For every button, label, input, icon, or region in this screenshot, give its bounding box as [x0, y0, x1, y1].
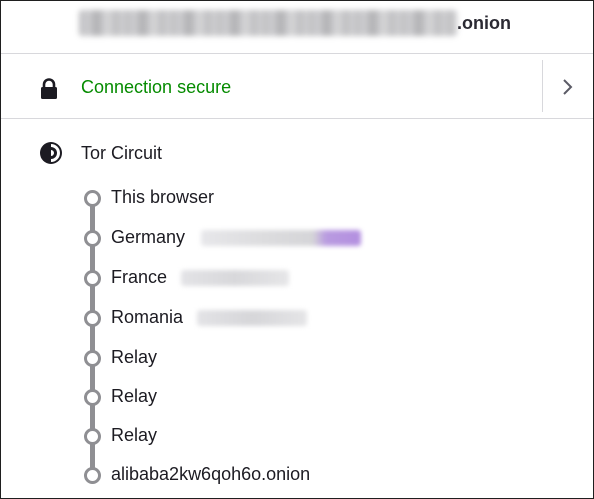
circuit-node-dot	[84, 230, 101, 247]
circuit-node-label: alibaba2kw6qoh6o.onion	[111, 464, 311, 484]
circuit-node-label: Relay	[111, 386, 158, 406]
circuit-node-dot	[84, 190, 101, 207]
tor-onion-icon	[40, 142, 62, 164]
circuit-node-dot	[84, 428, 101, 445]
circuit-node-relay: Relay	[1, 422, 593, 450]
tor-circuit-title: Tor Circuit	[81, 143, 163, 163]
circuit-node-relay: Relay	[1, 383, 593, 411]
circuit-node-onion-destination: alibaba2kw6qoh6o.onion	[1, 461, 593, 489]
connection-security-row[interactable]: Connection secure	[1, 54, 593, 119]
redacted-hostname	[79, 10, 457, 36]
circuit-node-label: Romania	[111, 307, 184, 327]
redacted-ip-address	[181, 270, 289, 286]
circuit-node-france: France	[1, 264, 593, 292]
circuit-node-relay: Relay	[1, 344, 593, 372]
circuit-node-dot	[84, 350, 101, 367]
connection-status-label: Connection secure	[81, 77, 232, 97]
hostname-suffix: .onion	[457, 13, 511, 33]
divider	[542, 60, 543, 112]
circuit-node-dot	[84, 467, 101, 484]
lock-icon	[41, 78, 57, 99]
circuit-node-label: France	[111, 267, 168, 287]
circuit-node-dot	[84, 270, 101, 287]
circuit-node-dot	[84, 310, 101, 327]
circuit-node-label: This browser	[111, 187, 215, 207]
circuit-node-germany: Germany	[1, 224, 593, 252]
site-info-panel: .onion Connection secure Tor Circuit Thi…	[0, 0, 594, 499]
chevron-right-icon[interactable]	[560, 77, 576, 97]
circuit-node-browser: This browser	[1, 184, 593, 212]
circuit-node-label: Germany	[111, 227, 186, 247]
redacted-ip-address	[197, 310, 307, 326]
circuit-node-label: Relay	[111, 425, 158, 445]
circuit-node-romania: Romania	[1, 304, 593, 332]
redacted-ip-address	[201, 230, 361, 246]
tor-circuit-header: Tor Circuit	[1, 139, 593, 167]
site-identity-header: .onion	[1, 1, 593, 54]
circuit-node-label: Relay	[111, 347, 158, 367]
circuit-node-dot	[84, 389, 101, 406]
